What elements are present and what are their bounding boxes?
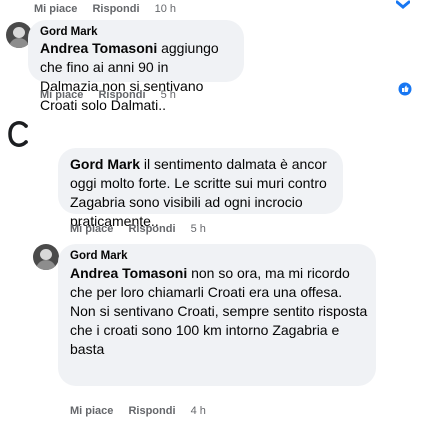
comment-text: Gord Mark il sentimento dalmata è ancor … [70,155,338,231]
chevron-down-icon[interactable] [396,0,410,10]
like-link[interactable]: Mi piace [34,3,77,15]
reply-link[interactable]: Rispondi [128,223,175,235]
comment-author[interactable]: Gord Mark [40,25,98,40]
comment-actions: Mi piace Rispondi 5 h [40,89,176,101]
timestamp: 5 h [160,89,176,101]
mention[interactable]: Andrea Tomasoni [70,265,187,281]
letter-c-avatar-icon[interactable] [6,120,32,148]
comment-text: Andrea Tomasoni aggiungo che fino ai ann… [40,39,230,115]
top-actions: Mi piace Rispondi 10 h [34,3,176,15]
reply-link[interactable]: Rispondi [128,405,175,417]
like-link[interactable]: Mi piace [70,223,113,235]
comment-actions: Mi piace Rispondi 5 h [70,223,206,235]
comment-author[interactable]: Gord Mark [70,249,128,264]
avatar[interactable] [33,244,59,270]
comment-actions: Mi piace Rispondi 4 h [70,405,206,417]
timestamp: 10 h [154,3,177,15]
mention[interactable]: Andrea Tomasoni [40,40,157,56]
timestamp: 5 h [190,223,206,235]
reply-link[interactable]: Rispondi [92,3,139,15]
reply-link[interactable]: Rispondi [98,89,145,101]
timestamp: 4 h [190,405,206,417]
like-link[interactable]: Mi piace [70,405,113,417]
like-reaction-icon[interactable] [398,82,412,96]
like-link[interactable]: Mi piace [40,89,83,101]
comment-text: Andrea Tomasoni non so ora, ma mi ricord… [70,264,370,359]
mention[interactable]: Gord Mark [70,156,140,172]
